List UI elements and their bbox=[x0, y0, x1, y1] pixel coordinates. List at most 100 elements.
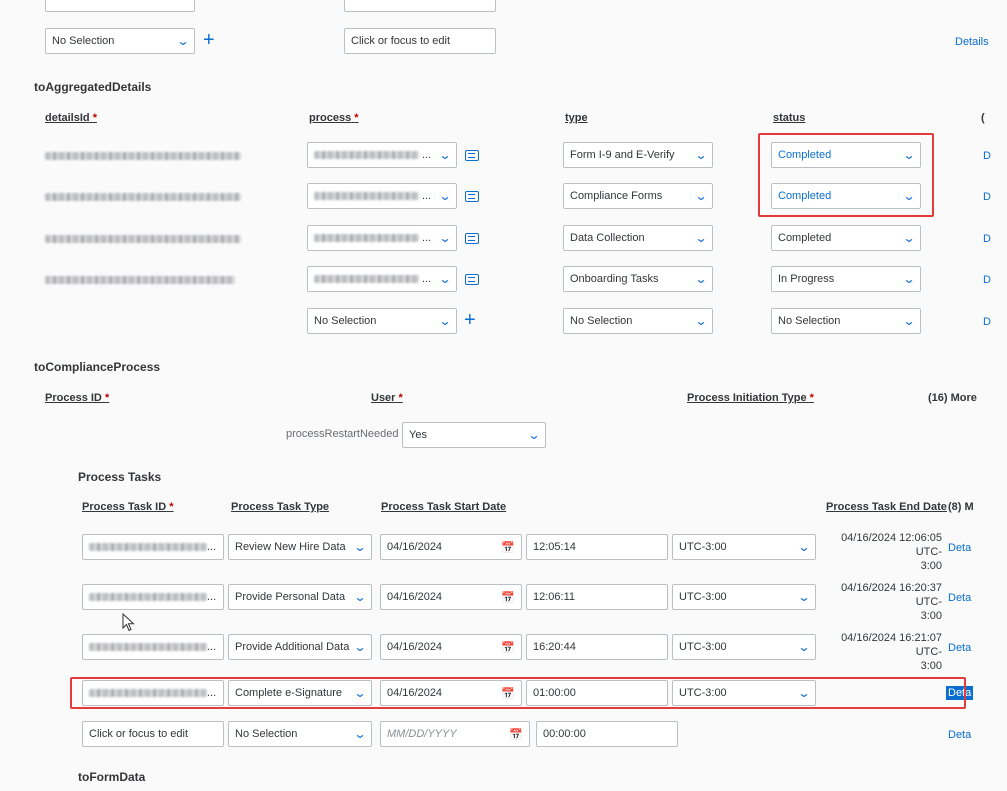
header-initiation-type[interactable]: Process Initiation Type * bbox=[687, 392, 814, 404]
header-process-id[interactable]: Process ID * bbox=[45, 392, 109, 404]
value-help-icon[interactable] bbox=[465, 150, 479, 161]
plus-icon[interactable]: + bbox=[464, 310, 476, 330]
process-dropdown[interactable]: ... ⌄ bbox=[307, 183, 457, 209]
required-mark: * bbox=[104, 392, 110, 404]
chevron-down-icon[interactable]: ⌄ bbox=[797, 641, 810, 653]
status-dropdown[interactable]: In Progress ⌄ bbox=[771, 266, 921, 292]
chevron-down-icon[interactable]: ⌄ bbox=[438, 232, 451, 244]
header-process[interactable]: process * bbox=[309, 112, 359, 124]
type-dropdown-new[interactable]: No Selection ⌄ bbox=[563, 308, 713, 334]
row-details-link[interactable]: D bbox=[983, 191, 991, 203]
chevron-down-icon[interactable]: ⌄ bbox=[438, 273, 451, 285]
chevron-down-icon[interactable]: ⌄ bbox=[902, 273, 915, 285]
chevron-down-icon[interactable]: ⌄ bbox=[694, 232, 707, 244]
details-id-blurred bbox=[45, 192, 241, 204]
calendar-icon[interactable]: 📅 bbox=[509, 728, 523, 741]
tasks-more-columns[interactable]: (8) M bbox=[948, 501, 974, 513]
task-start-time[interactable]: 12:06:11 bbox=[526, 584, 668, 610]
task-id-field[interactable]: ... bbox=[82, 534, 224, 560]
task-start-date[interactable]: 04/16/2024 📅 bbox=[380, 534, 522, 560]
task-timezone-dropdown[interactable]: UTC-3:00 ⌄ bbox=[672, 634, 816, 660]
task-id-blurred bbox=[89, 593, 207, 601]
task-start-date[interactable]: 04/16/2024 📅 bbox=[380, 584, 522, 610]
task-start-time[interactable]: 12:05:14 bbox=[526, 534, 668, 560]
restart-needed-dropdown[interactable]: Yes ⌄ bbox=[402, 422, 546, 448]
top-edit-placeholder: Click or focus to edit bbox=[351, 35, 451, 47]
status-dropdown-new[interactable]: No Selection ⌄ bbox=[771, 308, 921, 334]
chevron-down-icon[interactable]: ⌄ bbox=[694, 273, 707, 285]
header-task-type[interactable]: Process Task Type bbox=[231, 501, 329, 513]
process-dropdown[interactable]: ... ⌄ bbox=[307, 266, 457, 292]
more-columns-link[interactable]: (16) More bbox=[928, 392, 977, 404]
task-details-link[interactable]: Deta bbox=[948, 729, 971, 741]
value-help-icon[interactable] bbox=[465, 233, 479, 244]
task-start-time-new[interactable]: 00:00:00 bbox=[536, 721, 678, 747]
chevron-down-icon[interactable]: ⌄ bbox=[902, 315, 915, 327]
calendar-icon[interactable]: 📅 bbox=[501, 591, 515, 604]
chevron-down-icon[interactable]: ⌄ bbox=[797, 591, 810, 603]
task-type-dropdown[interactable]: Provide Personal Data ⌄ bbox=[228, 584, 372, 610]
task-start-date[interactable]: 04/16/2024 📅 bbox=[380, 634, 522, 660]
header-more-cutoff[interactable]: ( bbox=[981, 112, 985, 124]
value-help-icon[interactable] bbox=[465, 191, 479, 202]
top-cutoff-field-2[interactable] bbox=[344, 0, 496, 12]
task-timezone-dropdown[interactable]: UTC-3:00 ⌄ bbox=[672, 534, 816, 560]
calendar-icon[interactable]: 📅 bbox=[501, 541, 515, 554]
task-id-new-field[interactable]: Click or focus to edit bbox=[82, 721, 224, 747]
type-dropdown[interactable]: Form I-9 and E-Verify ⌄ bbox=[563, 142, 713, 168]
header-user[interactable]: User * bbox=[371, 392, 403, 404]
row-details-link[interactable]: D bbox=[983, 274, 991, 286]
task-details-link[interactable]: Deta bbox=[948, 542, 971, 554]
chevron-down-icon[interactable]: ⌄ bbox=[353, 728, 366, 740]
header-type[interactable]: type bbox=[565, 112, 588, 124]
chevron-down-icon[interactable]: ⌄ bbox=[353, 591, 366, 603]
top-cutoff-field-1[interactable] bbox=[45, 0, 195, 12]
top-edit-field[interactable]: Click or focus to edit bbox=[344, 28, 496, 54]
chevron-down-icon[interactable]: ⌄ bbox=[797, 541, 810, 553]
task-id-field[interactable]: ... bbox=[82, 634, 224, 660]
type-dropdown[interactable]: Onboarding Tasks ⌄ bbox=[563, 266, 713, 292]
type-dropdown[interactable]: Compliance Forms ⌄ bbox=[563, 183, 713, 209]
chevron-down-icon[interactable]: ⌄ bbox=[438, 190, 451, 202]
task-type-dropdown[interactable]: Provide Additional Data ⌄ bbox=[228, 634, 372, 660]
task-type-dropdown[interactable]: Review New Hire Data ⌄ bbox=[228, 534, 372, 560]
row-details-link[interactable]: D bbox=[983, 233, 991, 245]
row-details-link[interactable]: D bbox=[983, 316, 991, 328]
status-dropdown[interactable]: Completed ⌄ bbox=[771, 225, 921, 251]
task-start-date-new[interactable]: MM/DD/YYYY 📅 bbox=[380, 721, 530, 747]
header-status[interactable]: status bbox=[773, 112, 805, 124]
process-dropdown[interactable]: ... ⌄ bbox=[307, 225, 457, 251]
chevron-down-icon[interactable]: ⌄ bbox=[176, 35, 189, 47]
header-task-id[interactable]: Process Task ID * bbox=[82, 501, 174, 513]
calendar-icon[interactable]: 📅 bbox=[501, 641, 515, 654]
task-id-field[interactable]: ... bbox=[82, 584, 224, 610]
chevron-down-icon[interactable]: ⌄ bbox=[438, 315, 451, 327]
plus-icon[interactable]: + bbox=[203, 30, 215, 50]
chevron-down-icon[interactable]: ⌄ bbox=[527, 429, 540, 441]
task-type-value: No Selection bbox=[235, 728, 298, 740]
task-start-date-value: 04/16/2024 bbox=[387, 641, 443, 653]
row-details-link[interactable]: D bbox=[983, 150, 991, 162]
task-details-link[interactable]: Deta bbox=[948, 592, 971, 604]
details-link[interactable]: Details bbox=[955, 36, 989, 48]
chevron-down-icon[interactable]: ⌄ bbox=[353, 541, 366, 553]
chevron-down-icon[interactable]: ⌄ bbox=[353, 641, 366, 653]
process-dropdown-new[interactable]: No Selection ⌄ bbox=[307, 308, 457, 334]
process-dropdown[interactable]: ... ⌄ bbox=[307, 142, 457, 168]
header-details-id[interactable]: detailsId * bbox=[45, 112, 97, 124]
type-dropdown[interactable]: Data Collection ⌄ bbox=[563, 225, 713, 251]
top-selection-dropdown[interactable]: No Selection ⌄ bbox=[45, 28, 195, 54]
task-type-new-dropdown[interactable]: No Selection ⌄ bbox=[228, 721, 372, 747]
value-help-icon[interactable] bbox=[465, 274, 479, 285]
task-details-link[interactable]: Deta bbox=[948, 642, 971, 654]
chevron-down-icon[interactable]: ⌄ bbox=[438, 149, 451, 161]
task-start-time[interactable]: 16:20:44 bbox=[526, 634, 668, 660]
task-timezone-dropdown[interactable]: UTC-3:00 ⌄ bbox=[672, 584, 816, 610]
chevron-down-icon[interactable]: ⌄ bbox=[694, 315, 707, 327]
header-task-end[interactable]: Process Task End Date bbox=[826, 501, 947, 513]
chevron-down-icon[interactable]: ⌄ bbox=[694, 149, 707, 161]
chevron-down-icon[interactable]: ⌄ bbox=[694, 190, 707, 202]
chevron-down-icon[interactable]: ⌄ bbox=[902, 232, 915, 244]
header-task-id-label: Process Task ID bbox=[82, 501, 167, 513]
header-task-start[interactable]: Process Task Start Date bbox=[381, 501, 506, 513]
